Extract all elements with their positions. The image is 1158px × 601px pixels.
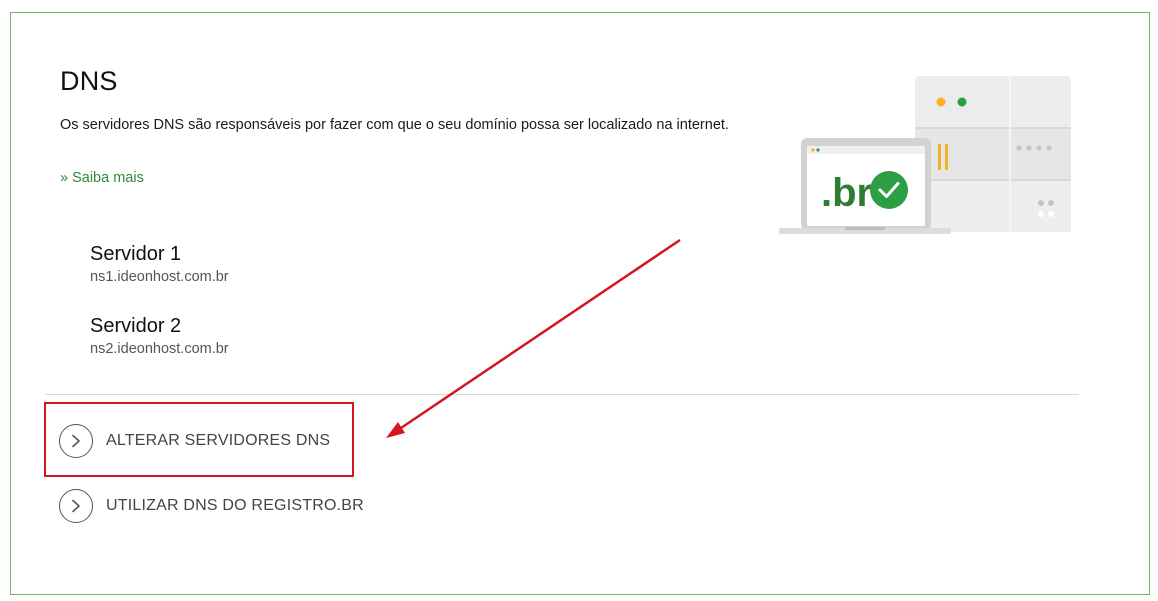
dns-illustration: .br xyxy=(779,76,1071,234)
server-1-host: ns1.ideonhost.com.br xyxy=(90,269,229,285)
use-registro-br-dns-button[interactable]: UTILIZAR DNS DO REGISTRO.BR xyxy=(59,489,364,523)
section-divider xyxy=(45,394,1079,395)
annotation-highlight-box xyxy=(44,402,354,477)
server-rack-icon xyxy=(915,76,1071,232)
server-1: Servidor 1 ns1.ideonhost.com.br xyxy=(90,242,229,286)
server-2-host: ns2.ideonhost.com.br xyxy=(90,341,229,357)
page-title: DNS xyxy=(60,66,118,96)
chevron-right-circle-icon xyxy=(59,489,93,523)
server-2-name: Servidor 2 xyxy=(90,315,182,337)
use-registro-br-dns-label: UTILIZAR DNS DO REGISTRO.BR xyxy=(106,497,364,514)
br-badge-text: .br xyxy=(821,171,872,215)
learn-more-link[interactable]: » Saiba mais xyxy=(60,170,144,186)
page-description: Os servidores DNS são responsáveis por f… xyxy=(60,117,729,133)
server-2: Servidor 2 ns2.ideonhost.com.br xyxy=(90,314,229,358)
server-1-name: Servidor 1 xyxy=(90,243,182,265)
check-circle-icon xyxy=(870,171,908,209)
